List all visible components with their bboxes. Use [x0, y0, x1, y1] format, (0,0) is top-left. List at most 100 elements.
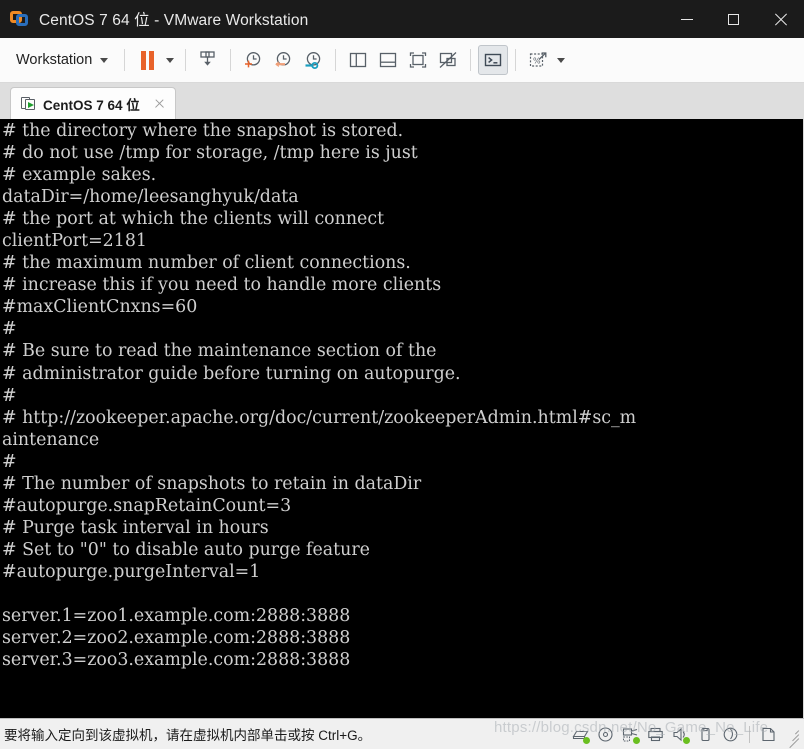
shared-folder-icon [762, 727, 775, 741]
vm-running-icon [21, 96, 36, 111]
terminal-line: # http://zookeeper.apache.org/doc/curren… [2, 407, 637, 428]
snapshot-download-icon [200, 51, 215, 66]
send-key-dropdown-button[interactable] [553, 45, 569, 75]
power-dropdown-button[interactable] [162, 45, 178, 75]
clock-wrench-icon [305, 52, 321, 69]
toolbar-divider [335, 49, 337, 71]
terminal-line: # [2, 385, 17, 406]
status-sound-card[interactable] [670, 724, 691, 745]
status-usb-device[interactable] [695, 724, 716, 745]
status-cd-dvd[interactable] [595, 724, 616, 745]
connected-indicator [633, 736, 640, 744]
terminal-prompt-icon [485, 53, 502, 67]
workstation-menu-label: Workstation [16, 52, 93, 68]
main-toolbar: Workstation % [0, 38, 804, 83]
cd-dvd-icon [598, 726, 613, 742]
toolbar-divider [470, 49, 472, 71]
terminal-line: server.1=zoo1.example.com:2888:3888 [2, 606, 351, 627]
toolbar-divider [185, 49, 187, 71]
pause-icon [140, 50, 154, 70]
terminal-line: #autopurge.purgeInterval=1 [2, 561, 261, 582]
terminal-line: server.2=zoo2.example.com:2888:3888 [2, 628, 351, 649]
manage-snapshot-button[interactable] [193, 45, 223, 75]
status-bar: 要将输入定向到该虚拟机，请在虚拟机内部单击或按 Ctrl+G。 [0, 718, 804, 749]
close-icon[interactable] [152, 96, 168, 112]
status-message: 要将输入定向到该虚拟机，请在虚拟机内部单击或按 Ctrl+G。 [4, 728, 372, 743]
svg-text:%: % [533, 56, 541, 65]
suspend-button[interactable] [132, 45, 162, 75]
terminal-line: # the directory where the snapshot is st… [2, 121, 404, 141]
terminal-line: # example sakes. [2, 165, 157, 186]
terminal-line: # do not use /tmp for storage, /tmp here… [2, 143, 418, 164]
terminal-line: # Be sure to read the maintenance sectio… [2, 341, 437, 362]
terminal-line: aintenance [2, 429, 100, 450]
status-hard-disk[interactable] [570, 724, 591, 745]
terminal-line: # the port at which the clients will con… [2, 209, 385, 230]
clock-plus-icon [245, 52, 261, 68]
terminal-line: # Set to "0" to disable auto purge featu… [2, 539, 370, 560]
vm-tab-centos[interactable]: CentOS 7 64 位 [10, 87, 176, 119]
terminal-line: #maxClientCnxns=60 [2, 297, 198, 318]
connected-indicator [683, 736, 690, 744]
terminal-line: # [2, 451, 17, 472]
resize-grip-icon[interactable] [785, 727, 800, 748]
display-icon [723, 727, 738, 741]
terminal-line: # the maximum number of client connectio… [2, 253, 411, 274]
vm-tab-strip: CentOS 7 64 位 [0, 83, 804, 119]
guest-terminal-screen[interactable]: # the directory where the snapshot is st… [0, 119, 803, 718]
enter-fullscreen-button[interactable] [403, 45, 433, 75]
vm-tab-label: CentOS 7 64 位 [43, 97, 140, 113]
status-shared-folder[interactable] [758, 724, 779, 745]
fullscreen-icon [410, 52, 427, 68]
panel-left-icon [350, 52, 367, 68]
vm-display-area[interactable]: # the directory where the snapshot is st… [0, 119, 804, 718]
terminal-line: # The number of snapshots to retain in d… [2, 473, 422, 494]
status-network-adapter[interactable] [620, 724, 641, 745]
minimize-button[interactable] [663, 0, 710, 38]
terminal-line: clientPort=2181 [2, 231, 147, 252]
revert-snapshot-button[interactable] [268, 45, 298, 75]
close-icon [774, 13, 787, 26]
status-printer[interactable] [645, 724, 666, 745]
unity-mode-button[interactable] [433, 45, 463, 75]
maximize-icon [728, 13, 739, 25]
toolbar-divider [124, 49, 126, 71]
status-display[interactable] [720, 724, 741, 745]
chevron-down-icon [166, 57, 175, 63]
chevron-down-icon [557, 57, 566, 63]
window-controls [663, 0, 804, 38]
panel-bottom-icon [380, 52, 397, 68]
maximize-button[interactable] [710, 0, 757, 38]
toolbar-divider [230, 49, 232, 71]
terminal-line: # increase this if you need to handle mo… [2, 275, 442, 296]
send-key-icon: % [530, 52, 547, 67]
printer-icon [648, 727, 663, 741]
send-key-button[interactable]: % [523, 45, 553, 75]
terminal-text: # the directory where the snapshot is st… [2, 120, 803, 671]
workstation-menu-button[interactable]: Workstation [8, 47, 117, 73]
toolbar-divider [515, 49, 517, 71]
minimize-icon [680, 18, 693, 20]
status-divider [749, 725, 750, 743]
vmware-logo-icon [10, 9, 30, 29]
snapshot-manager-button[interactable] [298, 45, 328, 75]
close-button[interactable] [757, 0, 804, 38]
chevron-down-icon [100, 57, 109, 63]
connected-indicator [583, 736, 590, 744]
window-title: CentOS 7 64 位 - VMware Workstation [39, 12, 309, 29]
show-thumbnail-bar-button[interactable] [373, 45, 403, 75]
unity-disabled-icon [439, 52, 457, 68]
terminal-line: dataDir=/home/leesanghyuk/data [2, 187, 299, 208]
terminal-line: #autopurge.snapRetainCount=3 [2, 495, 292, 516]
show-library-button[interactable] [343, 45, 373, 75]
vmware-workstation-window: CentOS 7 64 位 - VMware Workstation Works… [0, 0, 804, 749]
title-bar: CentOS 7 64 位 - VMware Workstation [0, 0, 804, 38]
terminal-line: server.3=zoo3.example.com:2888:3888 [2, 650, 351, 671]
console-view-button[interactable] [478, 45, 509, 75]
take-snapshot-button[interactable] [238, 45, 268, 75]
terminal-line: # Purge task interval in hours [2, 517, 269, 538]
usb-device-icon [701, 727, 710, 741]
terminal-line: # administrator guide before turning on … [2, 363, 461, 384]
terminal-line: # [2, 319, 17, 340]
